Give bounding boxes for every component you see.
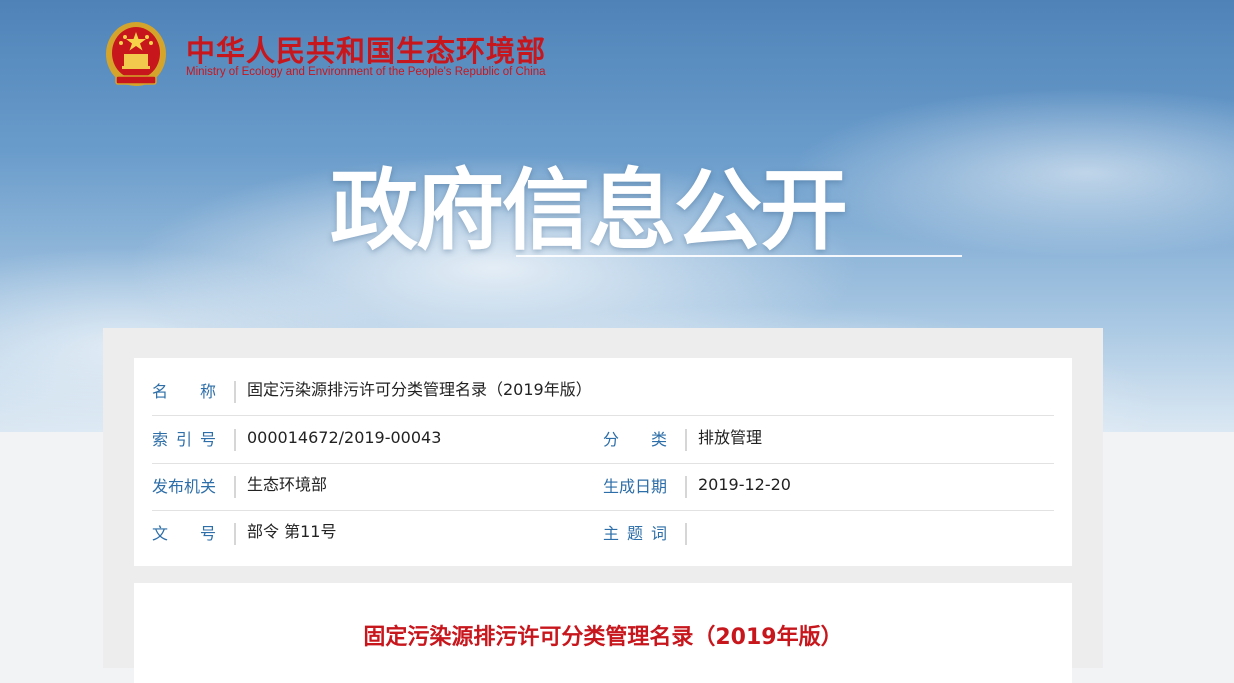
divider xyxy=(234,381,236,403)
meta-row-docno: 文 号 部令 第11号 主 题 词 xyxy=(152,510,1054,557)
ministry-name-cn[interactable]: 中华人民共和国生态环境部 xyxy=(186,28,546,70)
document-metadata-table: 名 称 固定污染源排污许可分类管理名录（2019年版） 索 引 号 000014… xyxy=(134,358,1072,566)
ministry-name-en[interactable]: Ministry of Ecology and Environment of t… xyxy=(186,66,546,78)
divider xyxy=(685,523,687,545)
meta-row-name: 名 称 固定污染源排污许可分类管理名录（2019年版） xyxy=(152,368,1054,416)
name-value: 固定污染源排污许可分类管理名录（2019年版） xyxy=(247,380,592,399)
divider xyxy=(234,523,236,545)
title-underline xyxy=(516,255,962,257)
keywords-label: 主 题 词 xyxy=(603,524,667,543)
page-title: 政府信息公开 xyxy=(330,159,848,262)
divider xyxy=(234,429,236,451)
name-label: 名 称 xyxy=(152,382,217,401)
category-label: 分 类 xyxy=(603,430,668,449)
index-label: 索 引 号 xyxy=(152,430,216,449)
publisher-value: 生态环境部 xyxy=(247,475,328,494)
document-body: 固定污染源排污许可分类管理名录（2019年版） xyxy=(134,583,1072,683)
divider xyxy=(685,476,687,498)
publisher-label: 发布机关 xyxy=(152,477,217,496)
meta-row-index: 索 引 号 000014672/2019-00043 分 类 排放管理 xyxy=(152,416,1054,464)
date-label: 生成日期 xyxy=(603,477,668,496)
national-emblem-icon[interactable] xyxy=(104,20,168,90)
index-value: 000014672/2019-00043 xyxy=(247,428,442,447)
document-title: 固定污染源排污许可分类管理名录（2019年版） xyxy=(363,625,843,650)
category-value: 排放管理 xyxy=(698,428,763,447)
divider xyxy=(234,476,236,498)
docno-label: 文 号 xyxy=(152,524,217,543)
date-value: 2019-12-20 xyxy=(698,475,791,494)
divider xyxy=(685,429,687,451)
docno-value: 部令 第11号 xyxy=(247,522,337,541)
meta-row-publisher: 发布机关 生态环境部 生成日期 2019-12-20 xyxy=(152,463,1054,511)
